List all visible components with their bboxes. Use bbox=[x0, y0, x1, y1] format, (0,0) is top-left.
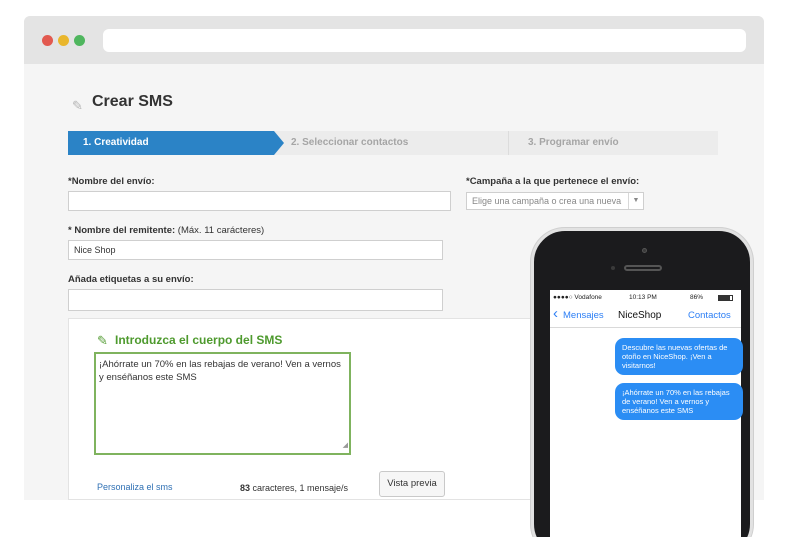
sender-label-text: * Nombre del remitente: bbox=[68, 225, 176, 236]
tags-label-text: Añada etiquetas a su envío: bbox=[68, 274, 194, 285]
sms-body-panel: ✎ Introduzca el cuerpo del SMS ¡Ahórrate… bbox=[68, 318, 568, 500]
character-count: 83 bbox=[240, 483, 251, 493]
battery-level-fill bbox=[719, 296, 731, 300]
campaign-select[interactable]: Elige una campaña o crea una nueva ▼ bbox=[466, 192, 644, 210]
chevron-left-icon[interactable]: ‹ bbox=[553, 306, 558, 322]
messages-nav-bar: ‹ Mensajes NiceShop Contactos bbox=[550, 304, 741, 328]
page-title: Crear SMS bbox=[92, 93, 173, 110]
minimize-window-button[interactable] bbox=[58, 35, 69, 46]
back-to-messages-link[interactable]: Mensajes bbox=[563, 310, 604, 321]
message-bubble: ¡Ahórrate un 70% en las rebajas de veran… bbox=[615, 383, 743, 420]
sender-hint: (Máx. 11 carácteres) bbox=[175, 225, 265, 236]
battery-percentage: 86% bbox=[690, 294, 704, 301]
sms-heading: Introduzca el cuerpo del SMS bbox=[115, 333, 283, 347]
wizard-steps: 1. Creatividad 2. Seleccionar contactos … bbox=[68, 131, 718, 155]
sensor-icon bbox=[611, 266, 615, 270]
carrier-signal: ●●●●○ Vodafone bbox=[553, 294, 602, 301]
address-bar[interactable] bbox=[103, 29, 746, 52]
phone-screen: ●●●●○ Vodafone 10:13 PM 86% ‹ Mensajes N… bbox=[550, 290, 743, 537]
name-input[interactable] bbox=[68, 191, 451, 211]
stage: ✎ Crear SMS 1. Creatividad 2. Selecciona… bbox=[0, 0, 800, 537]
campaign-label: *Campaña a la que pertenece el envío: bbox=[466, 176, 639, 187]
personalize-sms-link[interactable]: Personaliza el sms bbox=[97, 482, 173, 492]
sender-label: * Nombre del remitente: (Máx. 11 carácte… bbox=[68, 225, 264, 236]
preview-button[interactable]: Vista previa bbox=[379, 471, 445, 497]
phone-time: 10:13 PM bbox=[629, 294, 657, 301]
step-divider bbox=[508, 131, 509, 155]
chevron-down-icon[interactable]: ▼ bbox=[628, 193, 643, 209]
close-window-button[interactable] bbox=[42, 35, 53, 46]
sms-body-text: ¡Ahórrate un 70% en las rebajas de veran… bbox=[99, 359, 341, 383]
name-label: *Nombre del envío: bbox=[68, 176, 155, 187]
tags-label: Añada etiquetas a su envío: bbox=[68, 274, 194, 285]
name-label-text: *Nombre del envío: bbox=[68, 176, 155, 187]
sender-input[interactable] bbox=[68, 240, 443, 260]
speaker-icon bbox=[624, 265, 662, 271]
conversation-title: NiceShop bbox=[618, 310, 662, 321]
message-bubble: Descubre las nuevas ofertas de otoño en … bbox=[615, 338, 743, 375]
tags-input[interactable] bbox=[68, 289, 443, 311]
step-seleccionar-contactos[interactable]: 2. Seleccionar contactos bbox=[291, 131, 408, 155]
campaign-select-placeholder: Elige una campaña o crea una nueva bbox=[472, 196, 622, 206]
resize-grip-icon[interactable]: ◢ bbox=[343, 439, 348, 452]
edit-icon: ✎ bbox=[97, 333, 108, 348]
camera-icon bbox=[642, 248, 647, 253]
battery-icon bbox=[718, 295, 733, 301]
sms-body-textarea[interactable]: ¡Ahórrate un 70% en las rebajas de veran… bbox=[94, 352, 351, 455]
contacts-link[interactable]: Contactos bbox=[688, 310, 731, 321]
campaign-label-text: *Campaña a la que pertenece el envío: bbox=[466, 176, 640, 187]
phone-status-bar: ●●●●○ Vodafone 10:13 PM 86% bbox=[550, 290, 741, 304]
character-count-text: caracteres, 1 mensaje/s bbox=[250, 483, 349, 493]
phone-mockup: ●●●●○ Vodafone 10:13 PM 86% ‹ Mensajes N… bbox=[531, 228, 753, 537]
browser-chrome bbox=[24, 16, 764, 64]
maximize-window-button[interactable] bbox=[74, 35, 85, 46]
step-programar-envio[interactable]: 3. Programar envío bbox=[528, 131, 619, 155]
character-counter: 83 caracteres, 1 mensaje/s bbox=[240, 483, 348, 493]
step-creatividad[interactable]: 1. Creatividad bbox=[68, 131, 284, 155]
pencil-icon: ✎ bbox=[72, 98, 83, 113]
